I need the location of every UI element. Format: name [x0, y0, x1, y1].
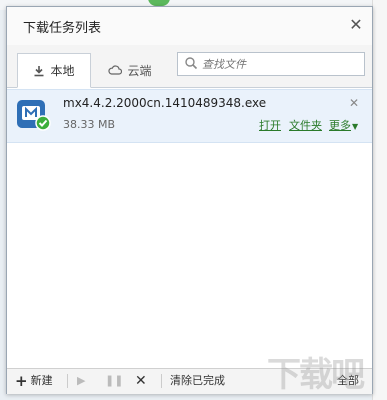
tab-local-label: 本地	[50, 64, 75, 78]
remove-item-icon[interactable]: ✕	[349, 96, 359, 110]
close-icon[interactable]: ✕	[347, 16, 365, 34]
new-download-button[interactable]: + 新建	[15, 372, 53, 390]
file-size: 38.33 MB	[63, 118, 116, 131]
download-icon	[34, 65, 44, 76]
file-name: mx4.4.2.2000cn.1410489348.exe	[63, 96, 267, 110]
search-input[interactable]	[202, 55, 360, 73]
start-button[interactable]: ▶	[77, 372, 85, 390]
caret-down-icon: ▼	[352, 122, 359, 131]
background-scrollbar	[372, 0, 387, 400]
plus-icon: +	[15, 372, 28, 390]
tab-cloud[interactable]: 云端	[93, 53, 167, 87]
tab-cloud-label: 云端	[127, 63, 152, 78]
toolbar-divider	[67, 374, 68, 388]
search-icon	[185, 57, 198, 70]
new-label: 新建	[30, 374, 53, 387]
delete-button[interactable]: ✕	[135, 372, 147, 390]
watermark-text: 下载吧	[267, 355, 365, 395]
more-menu-link[interactable]: 更多▼	[329, 117, 358, 133]
toolbar-divider	[161, 374, 162, 388]
delete-x-icon: ✕	[135, 373, 147, 389]
download-list-dialog: 下载任务列表 ✕ 本地 云端 查找文件 mx4.4.2.2000cn.14104…	[6, 6, 373, 395]
tab-bar: 本地 云端	[7, 45, 372, 88]
search-box[interactable]	[177, 52, 365, 76]
clear-completed-label: 清除已完成	[170, 374, 225, 387]
play-icon: ▶	[77, 374, 86, 387]
cloud-icon	[108, 65, 123, 75]
dialog-title: 下载任务列表	[23, 21, 102, 36]
pause-button[interactable]: ❚❚	[105, 372, 123, 390]
download-row[interactable]: mx4.4.2.2000cn.1410489348.exe 38.33 MB ✕…	[7, 89, 372, 143]
clear-completed-button[interactable]: 清除已完成	[170, 372, 225, 390]
title-bar: 下载任务列表 ✕	[7, 7, 372, 45]
open-folder-link[interactable]: 文件夹	[289, 117, 322, 133]
tab-local[interactable]: 本地	[17, 53, 91, 88]
maxthon-app-icon	[17, 100, 51, 131]
open-link[interactable]: 打开	[259, 117, 281, 133]
pause-icon: ❚❚	[105, 374, 124, 387]
more-label: 更多	[329, 119, 351, 132]
